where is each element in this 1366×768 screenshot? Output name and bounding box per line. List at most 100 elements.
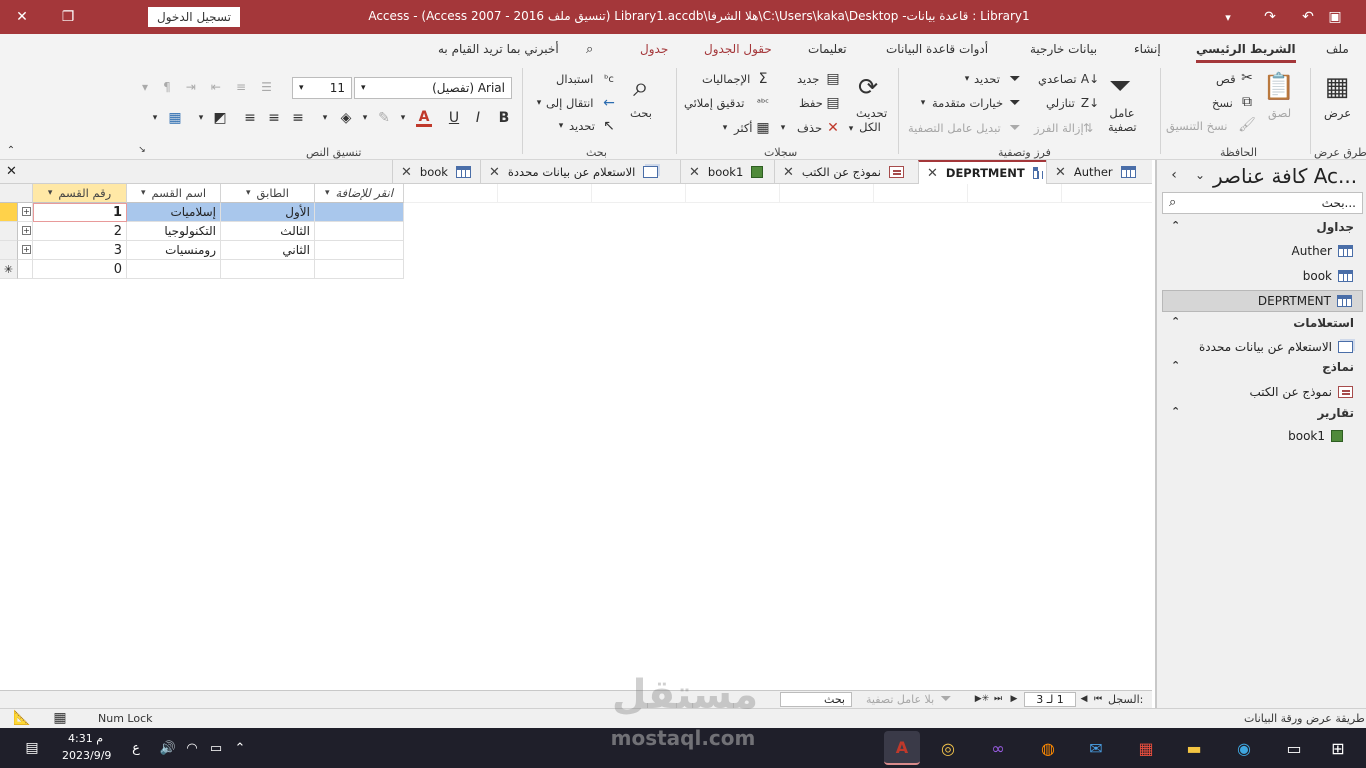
start-icon[interactable]: ⊞	[1324, 734, 1352, 762]
shutter-bar-icon[interactable]: ‹	[1165, 166, 1183, 184]
italic-icon[interactable]: I	[472, 109, 484, 127]
nav-group-reports[interactable]: تقارير ⌃	[1157, 404, 1362, 424]
find-button[interactable]: بحث	[630, 106, 652, 120]
sign-in-button[interactable]: تسجيل الدخول	[148, 7, 240, 27]
column-header-id[interactable]: ▾ رقم القسم	[33, 184, 127, 203]
nav-group-queries[interactable]: استعلامات ⌃	[1157, 314, 1362, 334]
table-cell-new[interactable]	[127, 260, 221, 279]
last-record-icon[interactable]: ⏭	[992, 692, 1004, 706]
chevron-down-circle-icon[interactable]: ⌄	[1191, 166, 1209, 184]
chevron-down-icon[interactable]: ▾	[778, 121, 788, 135]
table-cell-name[interactable]: إسلاميات	[127, 203, 221, 222]
dialog-launcher-icon[interactable]: ↘	[136, 144, 148, 156]
collapse-ribbon-icon[interactable]: ⌃	[4, 144, 18, 156]
chevron-down-icon[interactable]: ▾	[360, 111, 370, 125]
previous-record-icon[interactable]: ◀	[1078, 692, 1090, 706]
close-tab-icon[interactable]: ✕	[783, 165, 794, 180]
doc-tab-auther[interactable]: ✕ Auther	[1046, 160, 1152, 184]
next-record-icon[interactable]: ▶	[1008, 692, 1020, 706]
table-cell-new[interactable]	[221, 260, 315, 279]
table-cell-add[interactable]	[315, 241, 404, 260]
bullet-list-icon[interactable]: ☰	[261, 80, 272, 94]
table-cell-add[interactable]	[315, 203, 404, 222]
refresh-all-icon[interactable]: ⟳	[852, 70, 884, 104]
doc-tab-deprtment[interactable]: ✕ DEPRTMENT	[918, 160, 1046, 184]
battery-icon[interactable]: ▭	[202, 734, 230, 762]
find-icon[interactable]: ⌕	[624, 70, 658, 104]
task-view-icon[interactable]: ▭	[1280, 734, 1308, 762]
align-right-icon[interactable]: ≡	[290, 109, 306, 127]
record-position-input[interactable]: 1 لـ 3	[1024, 692, 1076, 707]
copy-button[interactable]: نسخ	[1212, 96, 1233, 110]
table-cell-floor[interactable]: الثالث	[221, 222, 315, 241]
table-cell-floor[interactable]: الأول	[221, 203, 315, 222]
volume-icon[interactable]: 🔊	[154, 734, 182, 762]
table-cell-floor[interactable]: الثاني	[221, 241, 315, 260]
redo-icon[interactable]: ↷	[1258, 0, 1282, 34]
restore-icon[interactable]: ❐	[48, 0, 88, 34]
chevron-down-icon[interactable]: ▾	[720, 121, 730, 135]
tab-help[interactable]: تعليمات	[808, 42, 847, 56]
first-record-icon[interactable]: ⏮	[1092, 692, 1104, 706]
advanced-button[interactable]: خيارات متقدمة	[932, 96, 1003, 110]
nav-item-auther[interactable]: Auther	[1162, 240, 1363, 262]
edge-icon[interactable]: ◉	[1230, 734, 1258, 762]
tab-table-fields[interactable]: حقول الجدول	[704, 42, 772, 56]
row-selector[interactable]	[0, 222, 18, 241]
fill-color-icon[interactable]: ◈	[338, 109, 354, 127]
tab-table[interactable]: جدول	[640, 42, 668, 56]
select-button[interactable]: تحديد	[569, 119, 595, 133]
outdent-icon[interactable]: ⇤	[211, 80, 221, 94]
nav-item-report[interactable]: book1	[1162, 425, 1363, 447]
close-tab-icon[interactable]: ✕	[927, 166, 938, 181]
new-record-nav-icon[interactable]: ▶✳	[974, 692, 990, 706]
align-center-icon[interactable]: ≡	[266, 109, 282, 127]
delete-record-button[interactable]: حذف	[797, 121, 822, 135]
doc-tab-query[interactable]: ✕ الاستعلام عن بيانات محددة	[480, 160, 680, 184]
mail-icon[interactable]: ✉	[1082, 734, 1110, 762]
record-search-input[interactable]: بحث	[780, 692, 852, 707]
save-icon[interactable]: ▣	[1322, 0, 1348, 34]
row-selector[interactable]	[0, 203, 18, 222]
format-painter-button[interactable]: نسخ التنسيق	[1166, 119, 1228, 133]
indent-icon[interactable]: ⇥	[186, 80, 196, 94]
nav-item-deprtment[interactable]: DEPRTMENT	[1162, 290, 1363, 312]
save-record-button[interactable]: حفظ	[799, 96, 823, 110]
column-header-floor[interactable]: ▾ الطابق	[221, 184, 315, 203]
refresh-all-button[interactable]: تحديث الكل	[856, 106, 887, 134]
input-language[interactable]: ع	[122, 734, 150, 762]
gridlines-icon[interactable]: ▦	[166, 109, 184, 127]
filter-button[interactable]: عامل تصفية	[1108, 106, 1137, 134]
table-cell-name[interactable]: رومنسيات	[127, 241, 221, 260]
row-selector[interactable]	[0, 241, 18, 260]
chrome-icon[interactable]: ◎	[934, 734, 962, 762]
toggle-filter-button[interactable]: تبديل عامل التصفية	[908, 121, 1001, 135]
tab-home[interactable]: الشريط الرئيسي	[1196, 42, 1296, 63]
row-expander[interactable]: +	[18, 241, 33, 260]
new-row-selector[interactable]: ✳	[0, 260, 18, 279]
chevron-down-icon[interactable]: ▾	[142, 80, 148, 94]
font-color-icon[interactable]: A	[416, 109, 432, 127]
nav-item-query[interactable]: الاستعلام عن بيانات محددة	[1162, 336, 1363, 358]
selection-button[interactable]: تحديد	[974, 72, 1000, 86]
view-button[interactable]: عرض	[1324, 106, 1351, 120]
align-left-icon[interactable]: ≡	[242, 109, 258, 127]
alternate-row-color-icon[interactable]: ◩	[212, 109, 228, 127]
close-tab-icon[interactable]: ✕	[1055, 165, 1066, 180]
select-all-corner[interactable]	[0, 184, 33, 203]
table-cell-name[interactable]: التكنولوجيا	[127, 222, 221, 241]
ascending-button[interactable]: تصاعدي	[1038, 72, 1077, 86]
tab-database-tools[interactable]: أدوات قاعدة البيانات	[886, 42, 988, 56]
row-expander[interactable]: +	[18, 222, 33, 241]
underline-icon[interactable]: U	[448, 109, 460, 127]
chevron-down-icon[interactable]: ▾	[918, 96, 928, 110]
chevron-down-icon[interactable]: ▾	[398, 111, 408, 125]
new-record-button[interactable]: جديد	[797, 72, 819, 86]
table-cell-new-id[interactable]: 0	[33, 260, 127, 279]
highlight-icon[interactable]: ✎	[376, 109, 392, 127]
close-icon[interactable]: ✕	[2, 0, 42, 34]
table-cell-id[interactable]: 1	[33, 203, 127, 222]
numbered-list-icon[interactable]: ≡	[236, 80, 246, 94]
view-icon[interactable]: ▦	[1320, 70, 1354, 104]
goto-button[interactable]: انتقال إلى	[546, 96, 593, 110]
